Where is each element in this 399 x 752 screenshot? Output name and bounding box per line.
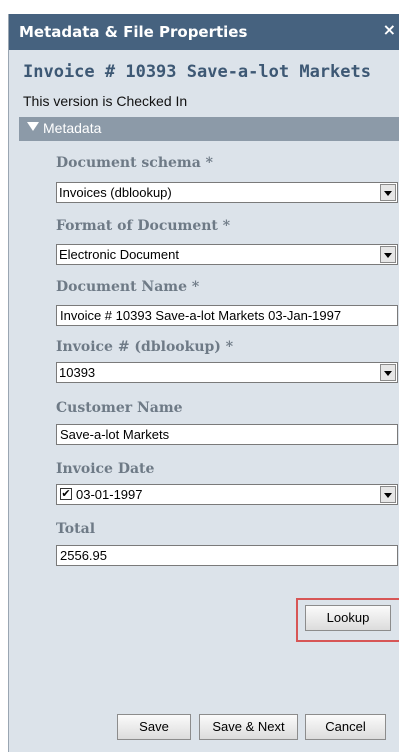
document-name-label: Document Name * bbox=[56, 279, 200, 295]
customer-name-label: Customer Name bbox=[56, 400, 183, 416]
invoice-number-select[interactable]: 10393 bbox=[56, 362, 398, 383]
invoice-date-value: 03-01-1997 bbox=[76, 487, 143, 502]
save-next-button[interactable]: Save & Next bbox=[199, 714, 298, 740]
document-title: Invoice # 10393 Save-a-lot Markets bbox=[23, 62, 371, 82]
invoice-date-label: Invoice Date bbox=[56, 461, 155, 477]
checkin-status: This version is Checked In bbox=[23, 93, 188, 109]
invoice-number-label: Invoice # (dblookup) * bbox=[56, 339, 234, 355]
invoice-date-checkbox[interactable]: ✔ bbox=[60, 488, 72, 500]
invoice-date-picker[interactable]: ✔ 03-01-1997 bbox=[56, 484, 398, 505]
document-schema-select[interactable]: Invoices (dblookup) bbox=[56, 182, 398, 203]
format-of-document-value: Electronic Document bbox=[59, 247, 179, 262]
metadata-section-toggle[interactable]: Metadata bbox=[19, 117, 399, 141]
lookup-button[interactable]: Lookup bbox=[305, 605, 391, 631]
panel-titlebar: Metadata & File Properties × bbox=[9, 14, 399, 50]
total-field[interactable]: 2556.95 bbox=[56, 545, 398, 566]
total-label: Total bbox=[56, 521, 96, 537]
format-of-document-label: Format of Document * bbox=[56, 218, 231, 234]
close-icon[interactable]: × bbox=[383, 20, 396, 39]
chevron-down-icon[interactable] bbox=[380, 486, 396, 503]
document-name-field[interactable]: Invoice # 10393 Save-a-lot Markets 03-Ja… bbox=[56, 305, 398, 326]
panel-title: Metadata & File Properties bbox=[19, 23, 248, 41]
invoice-number-value: 10393 bbox=[59, 365, 96, 380]
save-button[interactable]: Save bbox=[117, 714, 191, 740]
section-label: Metadata bbox=[43, 120, 102, 136]
cancel-button[interactable]: Cancel bbox=[305, 714, 386, 740]
chevron-down-icon[interactable] bbox=[380, 364, 396, 381]
format-of-document-select[interactable]: Electronic Document bbox=[56, 244, 398, 265]
customer-name-field[interactable]: Save-a-lot Markets bbox=[56, 424, 398, 445]
expand-triangle-icon bbox=[27, 122, 39, 131]
document-schema-label: Document schema * bbox=[56, 155, 213, 171]
chevron-down-icon[interactable] bbox=[380, 246, 396, 263]
metadata-panel: Metadata & File Properties × Invoice # 1… bbox=[8, 14, 399, 752]
chevron-down-icon[interactable] bbox=[380, 184, 396, 201]
document-schema-value: Invoices (dblookup) bbox=[59, 185, 172, 200]
